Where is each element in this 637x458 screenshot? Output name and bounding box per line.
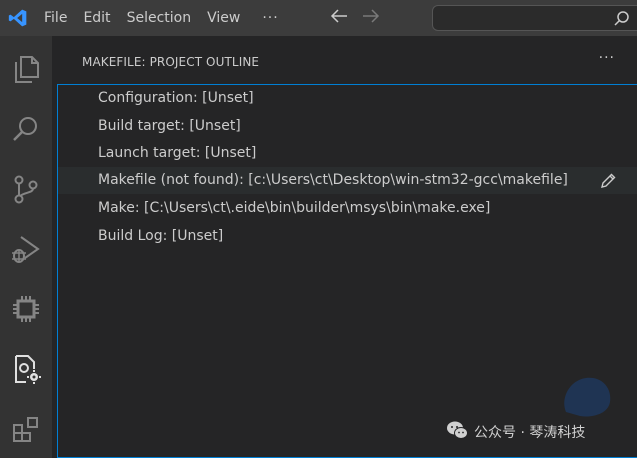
nav-arrows [329,8,381,28]
outline-item-build-target[interactable]: Build target: [Unset] [58,113,637,140]
outline-tree: Configuration: [Unset] Build target: [Un… [57,84,637,458]
extensions-icon[interactable] [10,413,42,445]
outline-item-build-log[interactable]: Build Log: [Unset] [58,223,637,250]
explorer-icon[interactable] [10,53,42,85]
outline-item-launch-target[interactable]: Launch target: [Unset] [58,140,637,167]
source-control-icon[interactable] [10,173,42,205]
search-icon[interactable] [10,113,42,145]
watermark: 公众号 · 琴涛科技 [446,420,585,444]
run-debug-icon[interactable] [10,233,42,265]
outline-item-makefile[interactable]: Makefile (not found): [c:\Users\ct\Deskt… [58,167,637,194]
outline-item-configuration[interactable]: Configuration: [Unset] [58,85,637,112]
makefile-tools-icon[interactable] [10,353,42,385]
outline-item-make[interactable]: Make: [C:\Users\ct\.eide\bin\builder\msy… [58,195,637,222]
menu-selection[interactable]: Selection [119,0,200,36]
menu-edit[interactable]: Edit [75,0,118,36]
command-center-search[interactable] [432,5,637,31]
menu-more-button[interactable]: ··· [248,10,292,26]
menu-bar: File Edit Selection View ··· [36,0,293,36]
panel-more-actions-button[interactable]: ··· [599,50,615,66]
outline-item-label: Makefile (not found): [c:\Users\ct\Deskt… [98,172,568,188]
makefile-project-outline-panel: MAKEFILE: PROJECT OUTLINE ··· Configurat… [52,36,637,458]
forward-arrow-icon[interactable] [361,8,381,28]
wechat-icon [446,420,468,444]
vscode-logo-icon [0,0,36,36]
panel-header: MAKEFILE: PROJECT OUTLINE ··· [52,36,637,84]
watermark-graphic [556,372,616,420]
chip-icon[interactable] [10,293,42,325]
panel-title: MAKEFILE: PROJECT OUTLINE [82,55,260,69]
search-icon [613,10,631,32]
menu-view[interactable]: View [199,0,248,36]
activity-bar [0,36,52,458]
menu-file[interactable]: File [36,0,75,36]
watermark-text: 公众号 · 琴涛科技 [474,425,586,441]
back-arrow-icon[interactable] [329,8,349,28]
